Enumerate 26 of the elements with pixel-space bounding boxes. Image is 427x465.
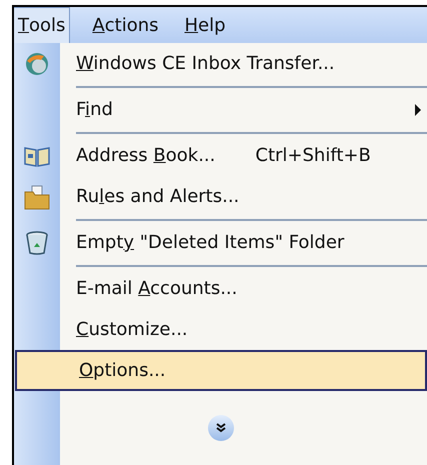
menu-item[interactable]: Windows CE Inbox Transfer... (14, 43, 427, 84)
menu-item[interactable]: Customize... (14, 309, 427, 350)
menu-bar-item[interactable]: Help (180, 7, 230, 43)
menu-item-label: Customize... (76, 318, 188, 342)
menu-item[interactable]: E-mail Accounts... (14, 268, 427, 309)
folder-icon (24, 184, 50, 210)
expand-chevron-button[interactable] (208, 415, 234, 441)
menu-item-label: Rules and Alerts... (76, 185, 240, 209)
menu-item[interactable]: Find (14, 89, 427, 130)
trash-bin-icon (26, 230, 48, 254)
double-chevron-icon (216, 423, 226, 433)
menu-item[interactable]: Options... (15, 350, 427, 391)
menu-item-label: Windows CE Inbox Transfer... (76, 52, 335, 76)
menu-item-label: Options... (79, 359, 166, 383)
menu-item-label: Empty "Deleted Items" Folder (76, 231, 344, 255)
book-icon (24, 144, 50, 166)
menu-bar-item[interactable]: Tools (14, 7, 70, 43)
menu-bar-item[interactable]: Actions (88, 7, 162, 43)
menu-item-label: Find (76, 98, 113, 122)
menu-item-label: E-mail Accounts... (76, 277, 238, 301)
menu-item[interactable]: Empty "Deleted Items" Folder (14, 222, 427, 263)
menu-item[interactable]: Rules and Alerts... (14, 176, 427, 217)
shortcut-text: Ctrl+Shift+B (255, 144, 371, 168)
menu-item-label: Address Book... (76, 144, 216, 168)
globe-icon (24, 50, 50, 76)
menu-item[interactable]: Address Book... Ctrl+Shift+B (14, 135, 427, 176)
